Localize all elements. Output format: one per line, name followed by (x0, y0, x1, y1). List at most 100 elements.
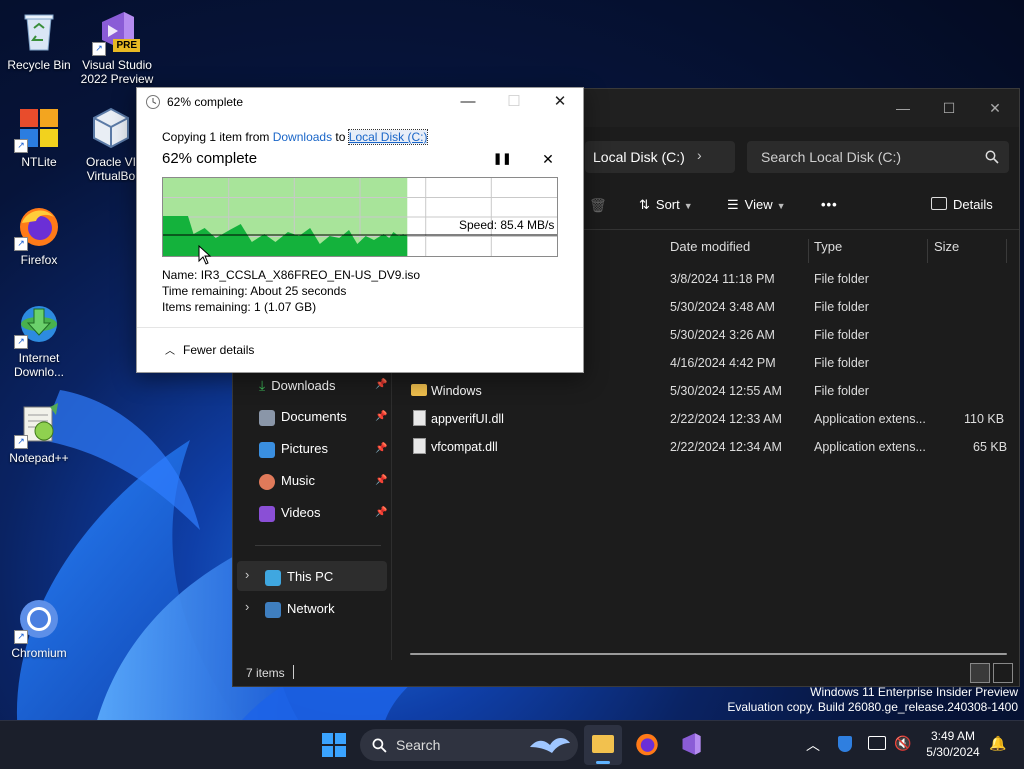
show-hidden-icons-chevron-icon[interactable]: ︿ (806, 735, 820, 755)
address-bar[interactable]: Local Disk (C:) › (585, 141, 735, 173)
shortcut-arrow-icon: ↗ (92, 42, 106, 56)
notification-bell-icon[interactable]: 🔔 (989, 735, 1006, 752)
internet-download-manager-icon: ↗ (14, 301, 62, 349)
pin-icon[interactable]: 📌 (375, 475, 387, 486)
view-button[interactable]: ☰ View ▼ (727, 197, 786, 213)
item-count: 7 items (246, 666, 285, 680)
details-button[interactable]: Details (931, 197, 993, 212)
nav-item-network[interactable]: Network (265, 601, 335, 625)
volume-muted-icon[interactable]: 🔇 (894, 735, 911, 752)
chevron-right-icon[interactable]: › (245, 599, 249, 614)
nav-item-videos[interactable]: Videos (259, 505, 321, 529)
dialog-title: 62% complete (167, 95, 244, 109)
transfer-speed-graph (162, 177, 558, 257)
column-header-size[interactable]: Size (934, 239, 1007, 263)
file-name: IR3_CCSLA_X86FREO_EN-US_DV9.iso (200, 268, 421, 282)
preview-badge: PRE (113, 39, 140, 52)
shortcut-arrow-icon: ↗ (14, 335, 28, 349)
folder-icon (592, 735, 614, 753)
windows-start-icon (322, 733, 346, 757)
clock-time: 3:49 AM (930, 729, 976, 743)
desktop-icon-ntlite[interactable]: ↗ NTLite (0, 105, 78, 169)
column-header-date[interactable]: Date modified (670, 239, 809, 263)
pin-icon[interactable]: 📌 (375, 443, 387, 454)
nav-item-pictures[interactable]: Pictures (259, 441, 328, 465)
pictures-icon (259, 441, 275, 458)
dialog-footer: ︿ Fewer details (137, 327, 583, 372)
downloads-icon: ⤓ (259, 377, 266, 393)
taskbar-file-explorer[interactable] (584, 725, 622, 765)
desktop-icon-visual-studio[interactable]: PRE ↗ Visual Studio 2022 Preview (78, 8, 156, 86)
active-indicator (596, 761, 610, 764)
desktop-icon-recycle-bin[interactable]: Recycle Bin (0, 8, 78, 72)
pin-icon[interactable]: 📌 (375, 507, 387, 518)
time-remaining: About 25 seconds (250, 284, 347, 298)
dll-file-icon (413, 438, 426, 454)
source-link[interactable]: Downloads (273, 130, 332, 144)
column-header-type[interactable]: Type (814, 239, 928, 263)
minimize-button[interactable]: — (445, 88, 491, 116)
chevron-up-icon: ︿ (165, 346, 175, 357)
desktop-icon-firefox[interactable]: ↗ Firefox (0, 203, 78, 267)
pause-button[interactable]: ❚❚ (493, 150, 511, 168)
start-button[interactable] (322, 733, 346, 757)
shortcut-arrow-icon: ↗ (14, 630, 28, 644)
desktop-icon-notepad-plus-plus[interactable]: ↗ Notepad++ (0, 401, 78, 465)
taskbar: Search ︿ 🔇 3:49 AM 5/30/2024 🔔 (0, 720, 1024, 769)
search-icon (985, 150, 999, 164)
minimize-button[interactable]: — (883, 95, 923, 121)
network-icon[interactable] (868, 736, 886, 750)
address-crumb[interactable]: Local Disk (C:) (593, 149, 685, 165)
fewer-details-button[interactable]: ︿ Fewer details (165, 342, 254, 357)
desktop-icon-internet-download[interactable]: ↗ Internet Downlo... (0, 301, 78, 379)
shortcut-arrow-icon: ↗ (14, 435, 28, 449)
taskbar-firefox[interactable] (634, 731, 660, 757)
taskbar-search-label: Search (396, 737, 441, 753)
taskbar-search-box[interactable]: Search (360, 729, 578, 761)
visual-studio-icon (682, 733, 701, 755)
shortcut-arrow-icon: ↗ (14, 237, 28, 251)
taskbar-visual-studio[interactable] (678, 731, 704, 757)
dialog-titlebar: 62% complete — ☐ ✕ (137, 88, 583, 116)
firefox-icon (636, 733, 658, 756)
notepad-plus-plus-icon: ↗ (14, 401, 62, 449)
shortcut-arrow-icon: ↗ (14, 139, 28, 153)
nav-item-music[interactable]: Music (259, 473, 315, 497)
destination-link[interactable]: Local Disk (C:) (347, 129, 429, 145)
close-button[interactable]: ✕ (537, 88, 583, 116)
speed-label: Speed: 85.4 MB/s (459, 218, 555, 232)
desktop-icon-chromium[interactable]: ↗ Chromium (0, 596, 78, 660)
horizontal-scrollbar[interactable] (410, 653, 1007, 655)
dll-file-icon (413, 410, 426, 426)
chevron-right-icon[interactable]: › (697, 147, 702, 163)
chevron-down-icon: ▼ (683, 201, 693, 211)
search-input[interactable]: Search Local Disk (C:) (761, 149, 901, 165)
firefox-icon: ↗ (14, 203, 62, 251)
items-remaining: 1 (1.07 GB) (254, 300, 317, 314)
search-box[interactable]: Search Local Disk (C:) (747, 141, 1009, 173)
maximize-button[interactable]: ☐ (929, 95, 969, 121)
copy-progress-dialog: 62% complete — ☐ ✕ Copying 1 item from D… (136, 87, 584, 373)
details-view-icon[interactable] (970, 663, 990, 683)
pin-icon[interactable]: 📌 (375, 379, 387, 390)
nav-item-documents[interactable]: Documents (259, 409, 347, 433)
sort-button[interactable]: ⇅ Sort ▼ (639, 197, 693, 213)
clock-icon (146, 95, 160, 109)
close-button[interactable]: ✕ (975, 95, 1015, 121)
delete-icon[interactable]: 🗑 (589, 197, 607, 214)
network-icon (265, 601, 281, 618)
chevron-right-icon[interactable]: › (245, 567, 249, 582)
search-highlight-bird-icon (530, 738, 570, 753)
sort-icon: ⇅ (639, 197, 650, 212)
pin-icon[interactable]: 📌 (375, 411, 387, 422)
maximize-button: ☐ (507, 93, 521, 110)
tiles-view-icon[interactable] (993, 663, 1013, 683)
nav-item-this-pc[interactable]: This PC (265, 569, 333, 593)
security-shield-icon[interactable] (838, 736, 852, 752)
details-pane-icon (931, 197, 947, 210)
more-options-button[interactable]: ••• (821, 197, 838, 212)
cancel-copy-button[interactable]: ✕ (539, 150, 557, 168)
nav-item-downloads[interactable]: ⤓ Downloads (259, 377, 336, 401)
file-details: Name: IR3_CCSLA_X86FREO_EN-US_DV9.iso Ti… (162, 268, 421, 314)
clock[interactable]: 3:49 AM 5/30/2024 (922, 728, 984, 760)
